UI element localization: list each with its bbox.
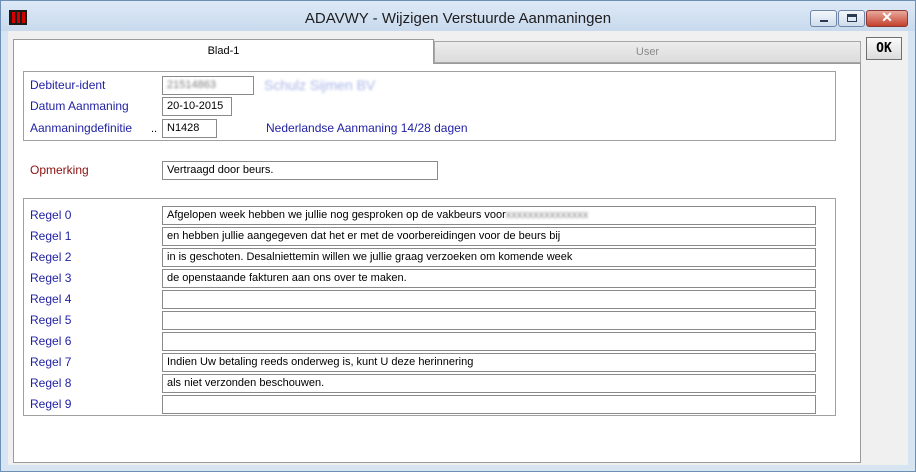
maximize-icon — [847, 14, 857, 22]
regel-field[interactable] — [162, 290, 816, 309]
definitie-description: Nederlandse Aanmaning 14/28 dagen — [266, 121, 468, 135]
minimize-icon — [820, 20, 828, 22]
title-bar[interactable]: ADAVWY - Wijzigen Verstuurde Aanmaningen… — [1, 1, 915, 31]
client-area: Blad-1 User OK Debiteur-ident 21514863 S… — [8, 31, 908, 465]
maximize-button[interactable] — [838, 10, 865, 27]
tab-user[interactable]: User — [434, 41, 861, 63]
regel-field[interactable]: Indien Uw betaling reeds onderweg is, ku… — [162, 353, 816, 372]
regel-field[interactable]: de openstaande fakturen aan ons over te … — [162, 269, 816, 288]
definitie-label: Aanmaningdefinitie — [30, 121, 133, 135]
regel-label: Regel 6 — [30, 334, 72, 348]
regel-text: Afgelopen week hebben we jullie nog gesp… — [167, 209, 506, 221]
regel-label: Regel 2 — [30, 250, 72, 264]
window-title: ADAVWY - Wijzigen Verstuurde Aanmaningen — [304, 10, 612, 27]
regel-field[interactable] — [162, 395, 816, 414]
regel-field[interactable] — [162, 332, 816, 351]
definitie-lookup-dots[interactable]: .. — [151, 123, 157, 135]
minimize-button[interactable] — [810, 10, 837, 27]
datum-field[interactable]: 20-10-2015 — [162, 97, 232, 116]
regel-text: de openstaande fakturen aan ons over te … — [167, 272, 407, 284]
regel-field[interactable]: in is geschoten. Desalniettemin willen w… — [162, 248, 816, 267]
tab-panel: Debiteur-ident 21514863 Schulz Sijmen BV… — [13, 63, 861, 463]
regel-field[interactable]: en hebben jullie aangegeven dat het er m… — [162, 227, 816, 246]
opmerking-field[interactable]: Vertraagd door beurs. — [162, 161, 438, 180]
regel-label: Regel 7 — [30, 355, 72, 369]
regel-label: Regel 3 — [30, 271, 72, 285]
regel-text: in is geschoten. Desalniettemin willen w… — [167, 251, 573, 263]
redacted-text: xxxxxxxxxxxxxxx — [505, 209, 589, 221]
close-icon: ✕ — [881, 9, 893, 25]
debiteur-name: Schulz Sijmen BV — [264, 77, 376, 93]
regel-label: Regel 5 — [30, 313, 72, 327]
regel-label: Regel 9 — [30, 397, 72, 411]
regel-field[interactable] — [162, 311, 816, 330]
ok-button[interactable]: OK — [866, 37, 902, 60]
debiteur-label: Debiteur-ident — [30, 78, 106, 92]
regel-label: Regel 4 — [30, 292, 72, 306]
opmerking-label: Opmerking — [30, 163, 89, 177]
regel-text: als niet verzonden beschouwen. — [167, 377, 325, 389]
application-window: ADAVWY - Wijzigen Verstuurde Aanmaningen… — [0, 0, 916, 472]
debiteur-value: 21514863 — [167, 79, 216, 91]
datum-label: Datum Aanmaning — [30, 99, 129, 113]
regel-label: Regel 0 — [30, 208, 72, 222]
regel-text: en hebben jullie aangegeven dat het er m… — [167, 230, 561, 242]
definitie-field[interactable]: N1428 — [162, 119, 217, 138]
debiteur-field[interactable]: 21514863 — [162, 76, 254, 95]
close-button[interactable]: ✕ — [866, 9, 908, 27]
regel-label: Regel 8 — [30, 376, 72, 390]
regel-field[interactable]: Afgelopen week hebben we jullie nog gesp… — [162, 206, 816, 225]
regel-text: Indien Uw betaling reeds onderweg is, ku… — [167, 356, 474, 368]
regel-label: Regel 1 — [30, 229, 72, 243]
regel-field[interactable]: als niet verzonden beschouwen. — [162, 374, 816, 393]
tab-blad-1[interactable]: Blad-1 — [13, 39, 434, 64]
